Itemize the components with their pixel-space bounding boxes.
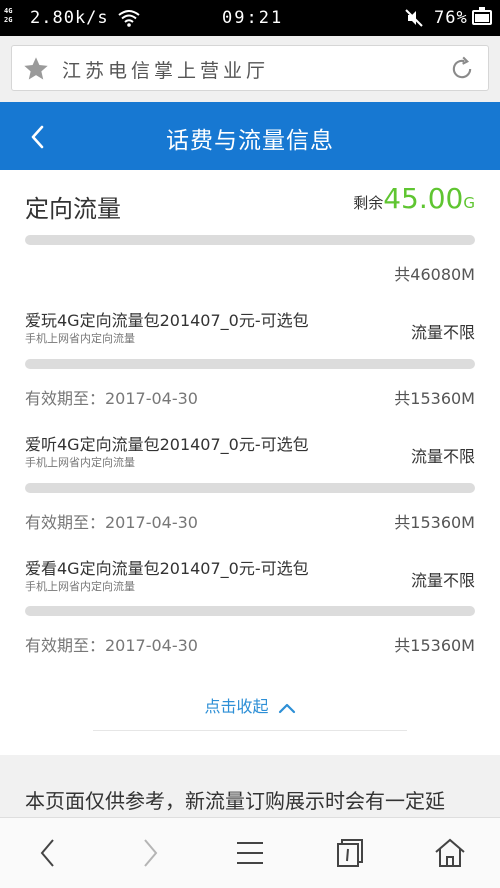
clock: 09:21 bbox=[222, 8, 284, 28]
network-top: 4G bbox=[4, 7, 13, 15]
chevron-up-icon bbox=[278, 703, 295, 714]
remaining-traffic: 剩余45.00G bbox=[353, 182, 475, 215]
package-name: 爱玩4G定向流量包201407_0元-可选包 bbox=[25, 311, 309, 330]
address-bar[interactable]: 江苏电信掌上营业厅 bbox=[11, 45, 489, 91]
package-expiry: 有效期至：2017-04-30 bbox=[25, 389, 198, 408]
package-expiry: 有效期至：2017-04-30 bbox=[25, 636, 198, 655]
package-status: 流量不限 bbox=[410, 323, 475, 342]
battery-icon bbox=[472, 7, 492, 25]
package-progress-bar bbox=[25, 606, 475, 616]
back-icon[interactable] bbox=[31, 835, 67, 871]
total-progress-bar bbox=[25, 235, 475, 245]
section-title: 定向流量 bbox=[25, 195, 121, 223]
forward-icon[interactable] bbox=[131, 835, 167, 871]
tabs-icon[interactable] bbox=[332, 835, 368, 871]
traffic-content: 定向流量 剩余45.00G 共46080M 爱玩4G定向流量包201407_0元… bbox=[0, 170, 500, 755]
page-url-title[interactable]: 江苏电信掌上营业厅 bbox=[62, 56, 269, 83]
wifi-icon bbox=[118, 9, 140, 32]
package-subtitle: 手机上网省内定向流量 bbox=[25, 580, 135, 593]
notice-panel: 本页面仅供参考，新流量订购展示时会有一定延 bbox=[0, 755, 500, 817]
collapse-label: 点击收起 bbox=[204, 697, 269, 716]
package-progress-bar bbox=[25, 483, 475, 493]
network-bottom: 2G bbox=[4, 16, 13, 24]
total-amount: 共46080M bbox=[394, 265, 475, 284]
star-icon[interactable] bbox=[22, 55, 50, 87]
battery-percent: 76% bbox=[434, 8, 468, 28]
network-type: 4G 2G bbox=[4, 7, 12, 25]
package-total: 共15360M bbox=[394, 636, 475, 655]
package-expiry: 有效期至：2017-04-30 bbox=[25, 513, 198, 532]
package-status: 流量不限 bbox=[410, 447, 475, 466]
remain-label: 剩余 bbox=[353, 194, 384, 212]
package-name: 爱看4G定向流量包201407_0元-可选包 bbox=[25, 559, 309, 578]
package-status: 流量不限 bbox=[410, 571, 475, 590]
package-subtitle: 手机上网省内定向流量 bbox=[25, 456, 135, 469]
status-bar: 4G 2G 2.80k/s 09:21 76% bbox=[0, 0, 500, 36]
notice-text: 本页面仅供参考，新流量订购展示时会有一定延 bbox=[25, 789, 445, 813]
package-total: 共15360M bbox=[394, 513, 475, 532]
browser-toolbar: 江苏电信掌上营业厅 bbox=[0, 36, 500, 102]
package-total: 共15360M bbox=[394, 389, 475, 408]
network-speed: 2.80k/s bbox=[30, 8, 109, 28]
mute-icon bbox=[404, 9, 424, 32]
page-header: 话费与流量信息 bbox=[0, 102, 500, 170]
browser-bottom-nav bbox=[0, 817, 500, 888]
package-name: 爱听4G定向流量包201407_0元-可选包 bbox=[25, 435, 309, 454]
collapse-button[interactable]: 点击收起 bbox=[0, 693, 500, 717]
home-icon[interactable] bbox=[432, 835, 468, 871]
package-progress-bar bbox=[25, 359, 475, 369]
menu-icon[interactable] bbox=[232, 835, 268, 871]
package-subtitle: 手机上网省内定向流量 bbox=[25, 332, 135, 345]
page-title: 话费与流量信息 bbox=[166, 128, 334, 154]
remain-value: 45.00 bbox=[383, 182, 464, 215]
refresh-icon[interactable] bbox=[448, 55, 476, 87]
remain-unit: G bbox=[463, 194, 475, 212]
divider bbox=[93, 730, 407, 731]
